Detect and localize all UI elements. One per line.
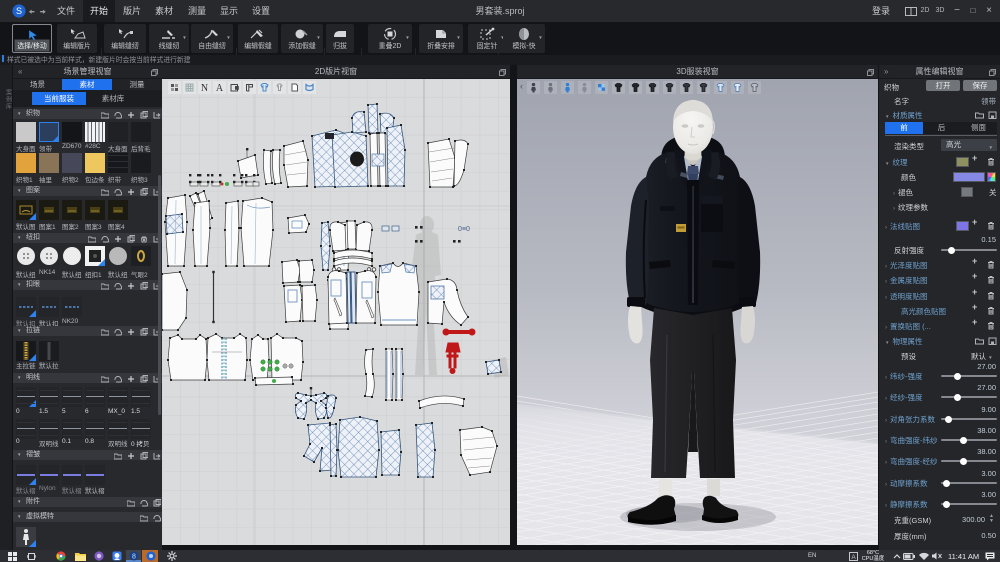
svg-text:S: S <box>16 6 22 16</box>
svg-text:N: N <box>201 83 208 94</box>
svg-text:A: A <box>851 554 856 561</box>
svg-text:0≡0: 0≡0 <box>458 226 470 233</box>
svg-text:A: A <box>216 83 224 94</box>
svg-text:8: 8 <box>132 554 136 561</box>
